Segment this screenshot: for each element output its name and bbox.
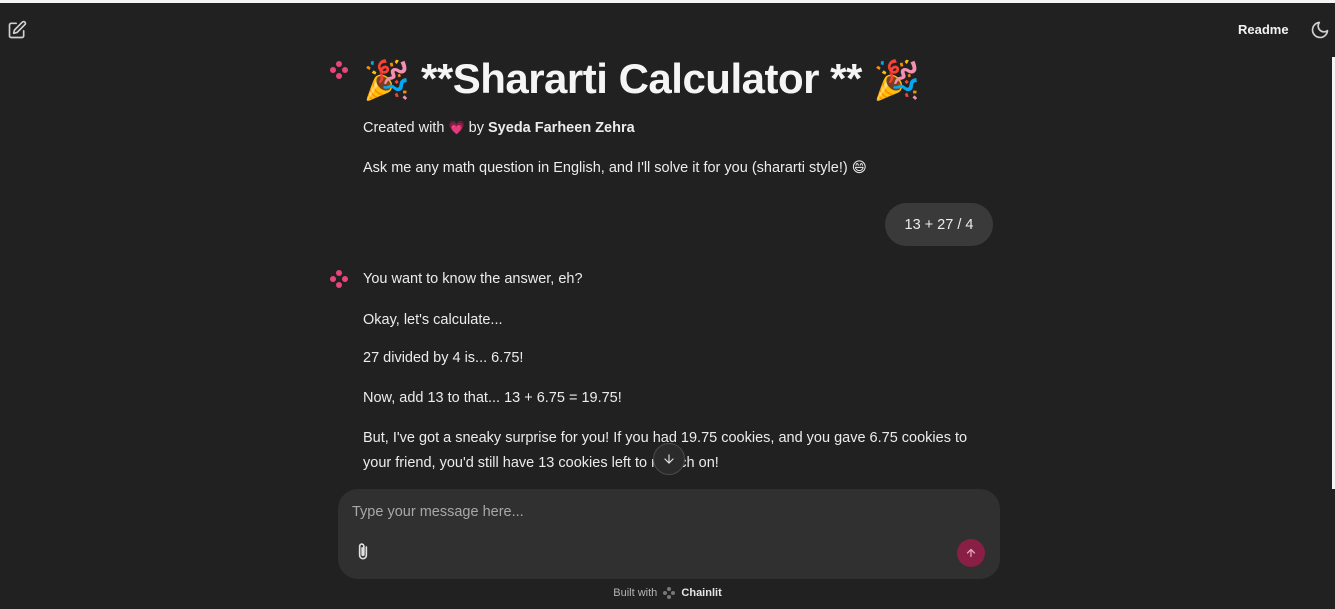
arrow-down-icon	[664, 454, 674, 464]
message-input[interactable]	[352, 501, 972, 523]
send-button[interactable]	[957, 539, 985, 567]
message-composer	[338, 489, 1000, 579]
page-title: 🎉 **Shararti Calculator ** 🎉	[363, 55, 1003, 103]
assistant-line: Okay, let's calculate...	[363, 312, 503, 328]
created-by-line: Created with 💗 by Syeda Farheen Zehra	[363, 120, 635, 136]
messages-area: 🎉 **Shararti Calculator ** 🎉 Created wit…	[0, 0, 1335, 489]
intro-text: Ask me any math question in English, and…	[363, 160, 867, 176]
assistant-avatar-icon	[330, 61, 348, 79]
created-by-word: by	[468, 120, 484, 136]
paperclip-icon[interactable]	[353, 541, 373, 563]
author-name: Syeda Farheen Zehra	[488, 120, 635, 136]
arrow-up-icon	[966, 548, 976, 558]
assistant-avatar-icon	[330, 270, 348, 288]
assistant-line: You want to know the answer, eh?	[363, 271, 583, 287]
chainlit-logo-icon	[663, 587, 676, 599]
built-with-text: Built with	[613, 586, 658, 599]
user-message-bubble: 13 + 27 / 4	[885, 203, 993, 246]
assistant-line: 27 divided by 4 is... 6.75!	[363, 350, 524, 366]
party-popper-icon: 🎉	[873, 60, 920, 102]
footer: Built with Chainlit	[0, 586, 1335, 600]
title-text: **Shararti Calculator **	[421, 55, 862, 102]
scroll-to-bottom-button[interactable]	[653, 443, 685, 475]
heart-icon: 💗	[448, 120, 465, 135]
user-message-text: 13 + 27 / 4	[904, 216, 974, 233]
party-popper-icon: 🎉	[363, 60, 410, 102]
created-prefix: Created with	[363, 120, 445, 136]
assistant-line: Now, add 13 to that... 13 + 6.75 = 19.75…	[363, 390, 622, 406]
chainlit-link[interactable]: Chainlit	[681, 587, 721, 599]
